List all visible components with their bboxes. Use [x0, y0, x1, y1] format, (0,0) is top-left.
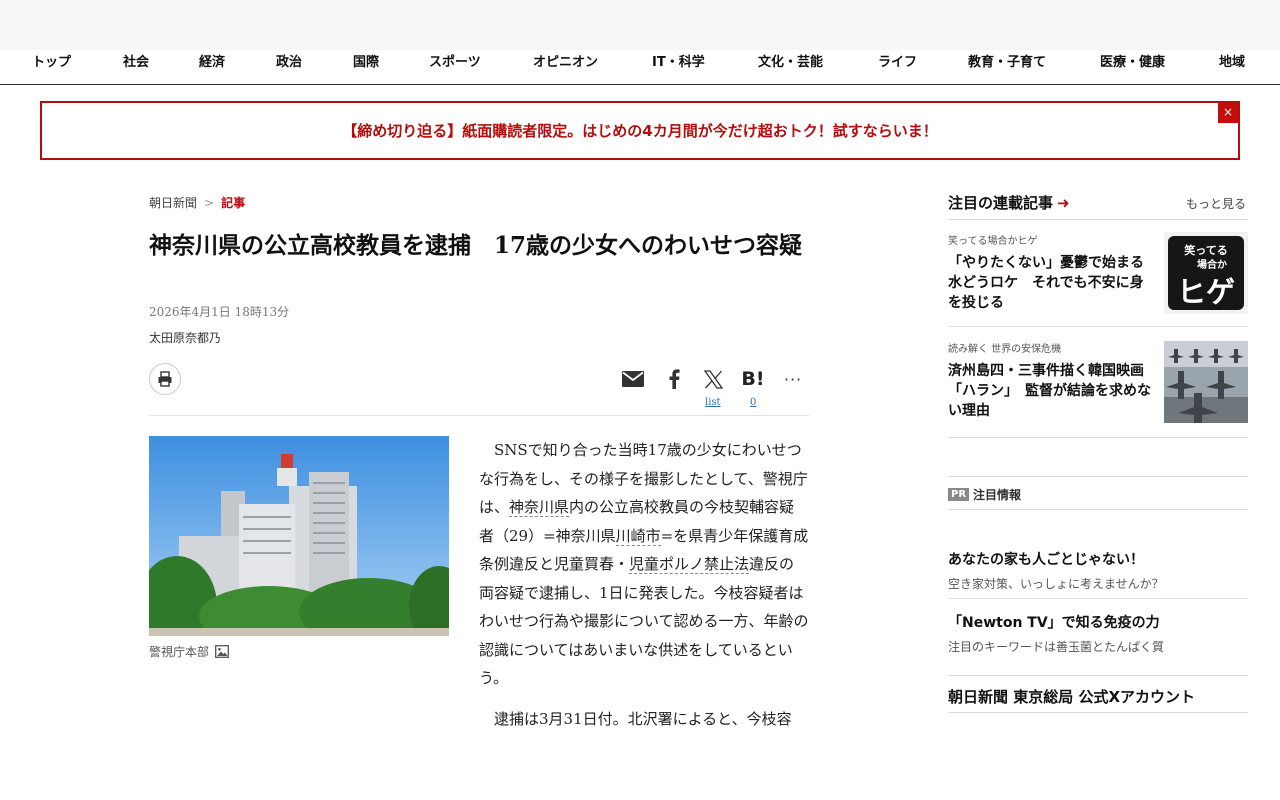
svg-text:ヒゲ: ヒゲ: [1177, 275, 1235, 309]
featured-series-header: 注目の連載記事 ➜ もっと見る: [948, 192, 1248, 220]
nav-culture[interactable]: 文化・芸能: [758, 50, 823, 84]
pr-item-title[interactable]: あなたの家も人ごとじゃない！: [948, 549, 1248, 569]
article-paragraph: SNSで知り合った当時17歳の少女にわいせつな行為をし、その様子を撮影したとして…: [479, 441, 809, 687]
featured-article[interactable]: 読み解く 世界の安保危機 済州島四・三事件描く韓国映画「ハラン」 監督が結論を求…: [948, 340, 1248, 423]
print-button[interactable]: [149, 363, 181, 395]
share-facebook-button[interactable]: [662, 364, 686, 394]
subscription-promo-banner[interactable]: 【締め切り迫る】紙面購読者限定。はじめの4カ月間が今だけ超おトク！試すならいま！…: [40, 101, 1240, 160]
svg-text:場合か: 場合か: [1197, 258, 1227, 271]
nav-politics[interactable]: 政治: [276, 50, 302, 84]
nav-international[interactable]: 国際: [353, 50, 379, 84]
arrow-right-icon: ➜: [1057, 194, 1070, 212]
pr-section-title: 注目情報: [973, 488, 1022, 502]
tokyo-bureau-x-account-link[interactable]: 朝日新聞 東京総局 公式Xアカウント: [948, 686, 1195, 707]
article-photo[interactable]: [149, 436, 449, 636]
pr-badge: PR: [948, 488, 970, 501]
x-share-list-link[interactable]: list: [705, 397, 721, 408]
pr-item-subtitle: 空き家対策、いっしょに考えませんか？: [948, 577, 1164, 591]
pr-item-subtitle: 注目のキーワードは善玉菌とたんぱく質: [948, 640, 1165, 654]
article-paragraph: 逮捕は3月31日付。北沢署によると、今枝容: [494, 709, 792, 728]
mail-icon: [622, 371, 644, 387]
breadcrumb-home[interactable]: 朝日新聞: [149, 196, 197, 210]
article-body: SNSで知り合った当時17歳の少女にわいせつな行為をし、その様子を撮影したとして…: [479, 436, 809, 745]
article-link-title[interactable]: 「やりたくない」憂鬱で始まる水どうロケ それでも不安に身を投じる: [948, 253, 1154, 313]
article-thumbnail[interactable]: [1164, 341, 1248, 423]
nav-economy[interactable]: 経済: [199, 50, 225, 84]
police-headquarters-photo: [149, 436, 449, 636]
article-title: 神奈川県の公立高校教員を逮捕 17歳の少女へのわいせつ容疑: [149, 232, 803, 259]
share-mail-button[interactable]: [620, 364, 646, 394]
sidebar-divider: [948, 509, 1248, 510]
sidebar-divider: [948, 712, 1248, 713]
nav-education[interactable]: 教育・子育て: [968, 50, 1046, 84]
x-logo-icon: [703, 369, 723, 389]
share-more-button[interactable]: ···: [781, 364, 805, 394]
nav-sports[interactable]: スポーツ: [429, 50, 481, 84]
breadcrumb: 朝日新聞 > 記事: [149, 194, 245, 211]
hatena-bookmark-icon: B!: [741, 368, 765, 390]
see-more-link[interactable]: もっと見る: [1186, 195, 1246, 212]
featured-article[interactable]: 笑ってる場合かヒゲ 「やりたくない」憂鬱で始まる水どうロケ それでも不安に身を投…: [948, 232, 1248, 314]
pr-item[interactable]: 「Newton TV」で知る免疫の力 注目のキーワードは善玉菌とたんぱく質: [948, 612, 1248, 655]
nav-life[interactable]: ライフ: [878, 50, 917, 84]
article-thumbnail[interactable]: 笑ってる 場合か ヒゲ: [1164, 232, 1248, 314]
photo-caption: 警視庁本部: [149, 643, 229, 660]
svg-text:笑ってる: 笑ってる: [1184, 243, 1227, 257]
sidebar-divider: [948, 437, 1248, 438]
hatena-count[interactable]: 0: [750, 397, 756, 408]
pr-item-title[interactable]: 「Newton TV」で知る免疫の力: [948, 612, 1248, 632]
facebook-icon: [669, 369, 680, 389]
promo-text[interactable]: 【締め切り迫る】紙面購読者限定。はじめの4カ月間が今だけ超おトク！試すならいま！: [342, 122, 937, 140]
printer-icon: [158, 371, 172, 387]
image-icon[interactable]: [215, 645, 229, 658]
promo-close-button[interactable]: ×: [1218, 103, 1238, 123]
keyword-kawasaki[interactable]: 川崎市: [615, 526, 661, 546]
nav-health[interactable]: 医療・健康: [1100, 50, 1165, 84]
pr-section-label: PR 注目情報: [948, 486, 1021, 503]
nav-society[interactable]: 社会: [123, 50, 149, 84]
keyword-kanagawa[interactable]: 神奈川県: [509, 498, 570, 517]
breadcrumb-current: 記事: [221, 196, 246, 210]
keyword-child-porn-law[interactable]: 児童ポルノ禁止法: [629, 555, 750, 574]
header-divider: [149, 415, 809, 416]
featured-series-title[interactable]: 注目の連載記事 ➜: [948, 192, 1070, 213]
category-nav: トップ 社会 経済 政治 国際 スポーツ オピニオン IT・科学 文化・芸能 ラ…: [0, 50, 1280, 85]
article-link-title[interactable]: 済州島四・三事件描く韓国映画「ハラン」 監督が結論を求めない理由: [948, 361, 1154, 421]
sidebar-divider: [948, 675, 1248, 676]
top-banner-area: [0, 0, 1280, 50]
nav-top[interactable]: トップ: [32, 50, 71, 84]
sidebar-divider: [948, 598, 1248, 599]
more-dots-icon: ···: [783, 369, 803, 389]
nav-opinion[interactable]: オピニオン: [533, 50, 598, 84]
share-hatena-button[interactable]: B!: [739, 364, 767, 394]
article-date: 2026年4月1日 18時13分: [149, 305, 290, 319]
nav-it-science[interactable]: IT・科学: [652, 50, 705, 84]
fighter-jets-thumbnail: [1164, 341, 1248, 423]
article-author: 太田原奈都乃: [149, 331, 222, 345]
hige-series-thumbnail: 笑ってる 場合か ヒゲ: [1164, 232, 1248, 314]
pr-item[interactable]: あなたの家も人ごとじゃない！ 空き家対策、いっしょに考えませんか？: [948, 549, 1248, 592]
nav-region[interactable]: 地域: [1219, 50, 1245, 84]
sidebar-divider: [948, 326, 1248, 327]
breadcrumb-separator: >: [204, 196, 215, 210]
share-x-button[interactable]: [701, 364, 725, 394]
sidebar-divider: [948, 476, 1248, 477]
photo-caption-text: 警視庁本部: [149, 645, 210, 659]
